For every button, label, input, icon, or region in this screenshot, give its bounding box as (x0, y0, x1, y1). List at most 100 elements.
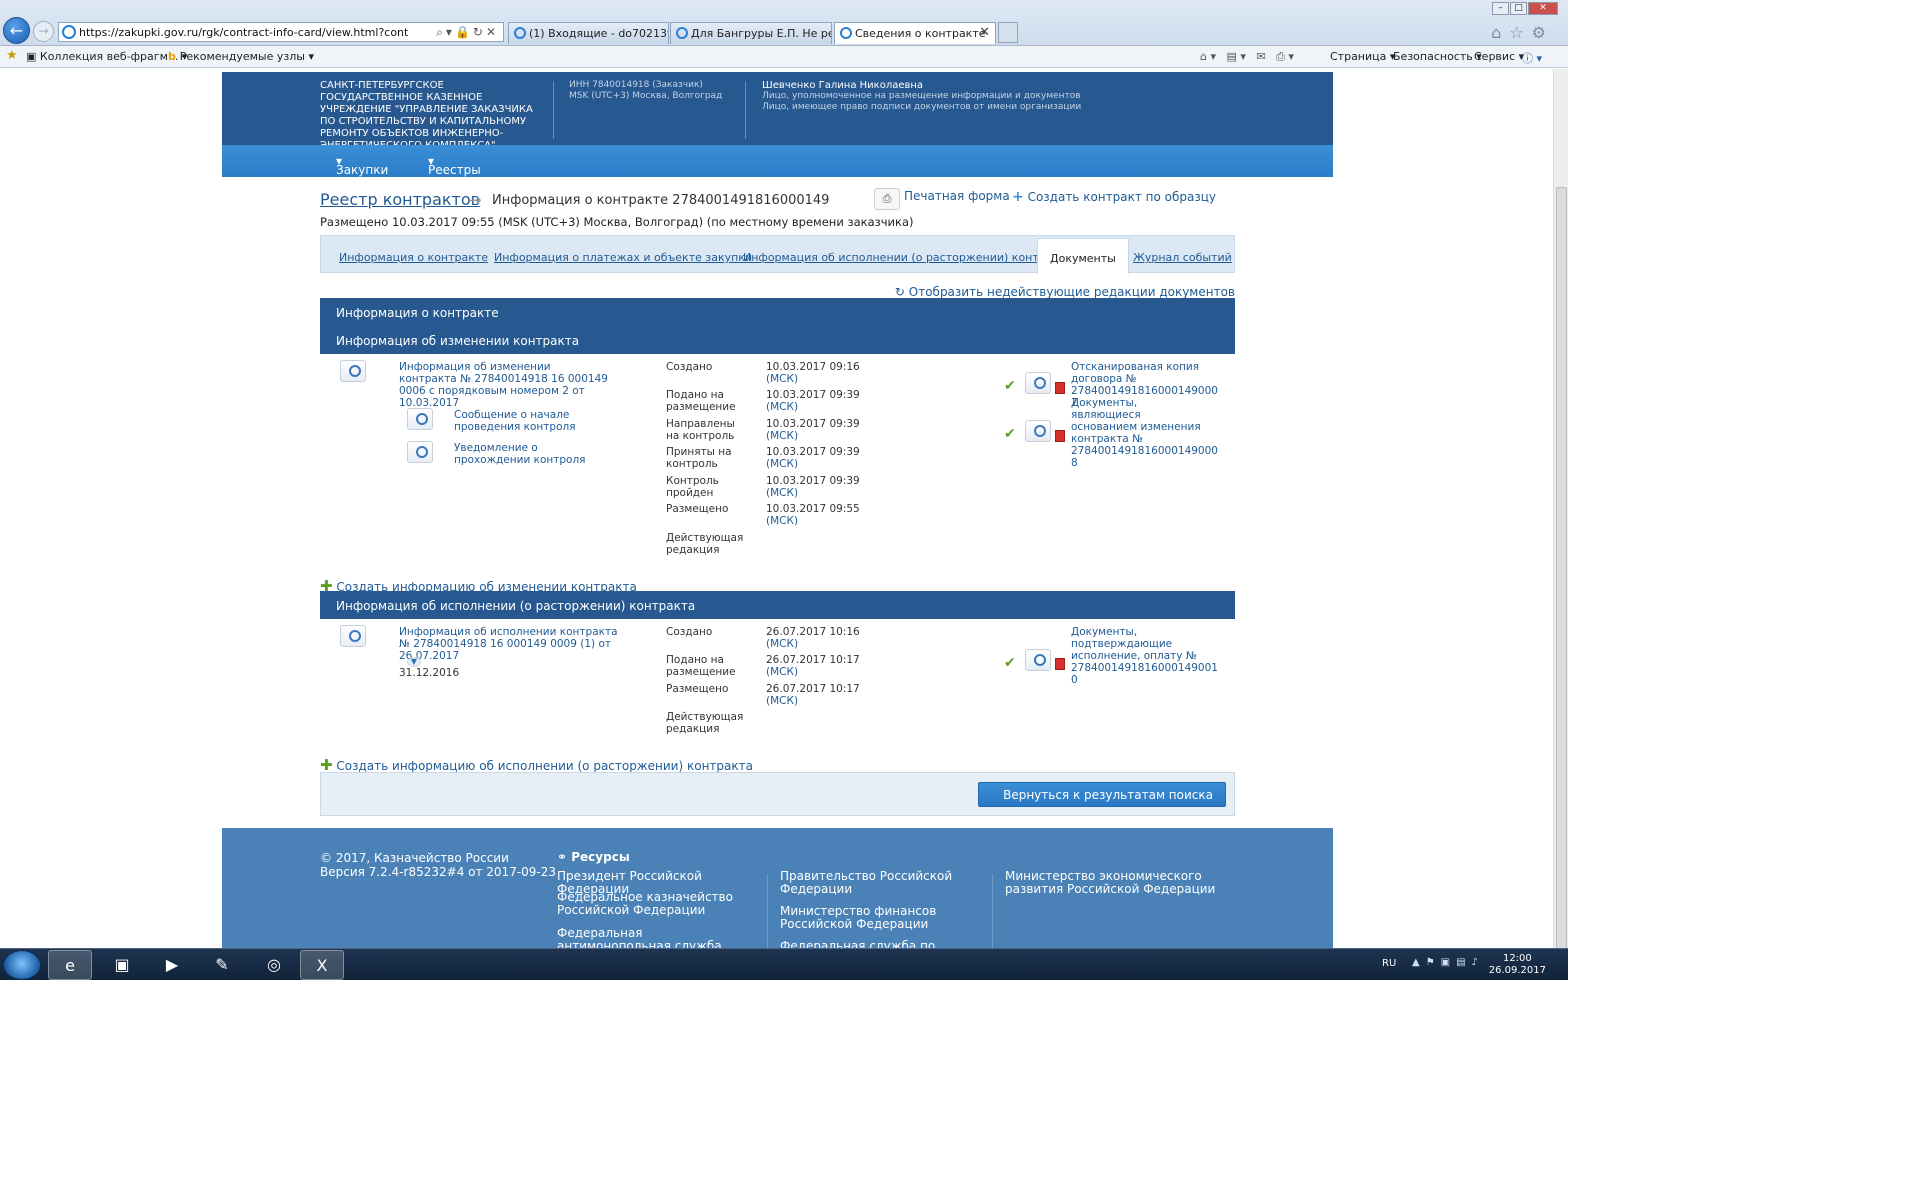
forward-arrow-icon[interactable]: → (33, 21, 54, 42)
certificate-icon[interactable] (340, 625, 366, 647)
home-rss-mail-print-icons[interactable]: ⌂ ▾ ▤ ▾ ✉ ⎙ ▾ (1200, 50, 1294, 64)
footer-link[interactable]: Министерство экономического развития Рос… (1005, 870, 1235, 896)
pdf-icon[interactable] (1055, 430, 1065, 442)
certificate-icon[interactable] (1025, 372, 1051, 394)
status-value: 10.03.2017 09:16 (МСК) (766, 361, 860, 385)
menu-registries[interactable]: Реестры ▾ (428, 154, 481, 177)
expand-arrow-icon[interactable]: ▼ (407, 657, 421, 667)
tab-document[interactable]: Для Бангруры Е.П. Не регист... (670, 22, 832, 44)
vertical-scrollbar[interactable] (1553, 69, 1568, 951)
page-viewport: САНКТ-ПЕТЕРБУРГСКОЕ ГОСУДАРСТВЕННОЕ КАЗЕ… (0, 69, 1553, 948)
certificate-icon[interactable] (407, 441, 433, 463)
create-contract-template-link[interactable]: + Создать контракт по образцу (1012, 189, 1216, 205)
section-contract-info: Информация о контракте (320, 298, 1235, 326)
tab-label: Сведения о контракте (855, 27, 986, 40)
favorites-item[interactable]: b Рекомендуемые узлы ▾ (168, 50, 314, 63)
tab-documents[interactable]: Документы (1037, 238, 1129, 274)
document-link[interactable]: Документы, подтверждающие исполнение, оп… (1071, 626, 1218, 686)
status-label: Действующая редакция (666, 711, 744, 735)
organization-inn: ИНН 7840014918 (Заказчик) MSK (UTC+3) Мо… (569, 80, 723, 101)
scrollbar-thumb[interactable] (1556, 187, 1567, 951)
status-value: 26.07.2017 10:16 (МСК) (766, 626, 860, 650)
browser-toolbar: ← → https://zakupki.gov.ru/rgk/contract-… (0, 0, 1568, 46)
status-label: Размещено (666, 503, 729, 515)
main-menu: Закупки ▾ Реестры ▾ (222, 145, 1333, 177)
tab-payments[interactable]: Информация о платежах и объекте закупки (494, 251, 752, 264)
pdf-icon[interactable] (1055, 658, 1065, 670)
minimize-icon[interactable]: – (1492, 2, 1509, 15)
window-controls: – □ ✕ (1491, 0, 1558, 15)
ie-icon[interactable]: e (48, 950, 92, 980)
header-divider (553, 81, 554, 139)
paint-icon[interactable]: ✎ (200, 950, 244, 980)
tab-close-icon[interactable]: ✕ (979, 25, 990, 40)
tab-contract-info[interactable]: Информация о контракте (339, 251, 488, 264)
language-indicator[interactable]: RU (1382, 958, 1396, 969)
back-to-results-button[interactable]: Вернуться к результатам поиска (978, 782, 1226, 807)
address-url[interactable]: https://zakupki.gov.ru/rgk/contract-info… (79, 26, 409, 39)
document-link[interactable]: Документы, являющиеся основанием изменен… (1071, 397, 1218, 469)
execution-info-link[interactable]: Информация об исполнении контракта № 278… (399, 626, 629, 662)
footer-link[interactable]: Федеральная антимонопольная служба (557, 927, 757, 949)
back-arrow-icon[interactable]: ← (3, 17, 30, 44)
user-role: Лицо, уполномоченное на размещение инфор… (762, 91, 1081, 101)
ie-page-icon (62, 25, 76, 39)
tab-event-log[interactable]: Журнал событий (1133, 251, 1232, 264)
help-icon[interactable]: ⓘ ▾ (1522, 50, 1542, 66)
clock[interactable]: 12:00 26.09.2017 (1489, 953, 1546, 977)
execution-date: 31.12.2016 (399, 667, 460, 679)
maximize-icon[interactable]: □ (1510, 2, 1527, 15)
tab-contract-info[interactable]: Сведения о контракте ✕ (834, 22, 996, 44)
breadcrumb-registry-link[interactable]: Реестр контрактов (320, 190, 480, 209)
footer-link[interactable]: Федеральное казначейство Российской Феде… (557, 891, 757, 917)
status-value: 26.07.2017 10:17 (МСК) (766, 683, 860, 707)
home-favorites-settings-icon[interactable]: ⌂☆⚙ (1491, 23, 1554, 42)
close-window-icon[interactable]: ✕ (1528, 2, 1558, 15)
certificate-icon[interactable] (340, 360, 366, 382)
status-value: 10.03.2017 09:39 (МСК) (766, 418, 860, 442)
address-tools-icon[interactable]: ⌕▾🔒↻✕ (436, 25, 499, 40)
status-label: Создано (666, 361, 713, 373)
menu-page[interactable]: Страница ▾ (1330, 50, 1395, 63)
breadcrumb-arrow-icon: → (469, 191, 482, 209)
footer-link[interactable]: Министерство финансов Российской Федерац… (780, 905, 980, 931)
favorites-star-icon[interactable]: ★ (6, 48, 18, 63)
media-player-icon[interactable]: ▶ (150, 950, 194, 980)
ie-tab-icon (676, 27, 688, 39)
folder-icon[interactable]: ▣ (100, 950, 144, 980)
refresh-icon: ↻ (894, 285, 905, 299)
start-button[interactable] (3, 950, 41, 980)
new-tab-button[interactable] (998, 22, 1018, 43)
footer-divider (992, 874, 993, 948)
system-tray: RU ▲⚑▣▤♪ 12:00 26.09.2017 (1368, 949, 1568, 981)
print-form-link[interactable]: Печатная форма (904, 189, 1010, 203)
printer-icon[interactable]: ⎙ (874, 188, 900, 210)
content-tabs: Информация о контракте Информация о плат… (320, 235, 1235, 274)
certificate-icon[interactable] (1025, 649, 1051, 671)
control-start-link[interactable]: Сообщение о начале проведения контроля (454, 409, 614, 433)
menu-purchases[interactable]: Закупки ▾ (336, 154, 388, 177)
menu-tools[interactable]: Сервис ▾ (1474, 50, 1524, 63)
excel-icon[interactable]: X (300, 950, 344, 980)
tab-inbox[interactable]: (1) Входящие - do7021392@m... (508, 22, 669, 44)
checkmark-icon: ✔ (1004, 655, 1016, 671)
certificate-icon[interactable] (1025, 420, 1051, 442)
user-info: Шевченко Галина Николаевна Лицо, уполном… (762, 80, 1081, 113)
footer-link[interactable]: Правительство Российской Федерации (780, 870, 980, 896)
change-info-link[interactable]: Информация об изменении контракта № 2784… (399, 361, 609, 409)
chrome-icon[interactable]: ◎ (252, 950, 296, 980)
footer-resources-title: ⚭ Ресурсы (557, 850, 630, 864)
menu-security[interactable]: Безопасность ▾ (1393, 50, 1482, 63)
address-bar[interactable]: https://zakupki.gov.ru/rgk/contract-info… (58, 22, 504, 42)
footer-link[interactable]: Федеральная служба по оборонному (780, 940, 980, 949)
windows-taskbar: e ▣ ▶ ✎ ◎ X RU ▲⚑▣▤♪ 12:00 26.09.2017 (0, 948, 1568, 980)
pdf-icon[interactable] (1055, 382, 1065, 394)
show-old-revisions-link[interactable]: ↻ Отобразить недействующие редакции доку… (895, 285, 1235, 299)
site-header: САНКТ-ПЕТЕРБУРГСКОЕ ГОСУДАРСТВЕННОЕ КАЗЕ… (222, 72, 1333, 151)
favorites-item[interactable]: ▣ Коллекция веб-фрагм... ▾ (26, 50, 187, 63)
tab-execution[interactable]: Информация об исполнении (о расторжении)… (743, 251, 1072, 264)
certificate-icon[interactable] (407, 408, 433, 430)
tray-icons[interactable]: ▲⚑▣▤♪ (1412, 957, 1484, 968)
control-passed-link[interactable]: Уведомление о прохождении контроля (454, 442, 614, 466)
page-title: Информация о контракте 27840014918160001… (492, 193, 830, 208)
